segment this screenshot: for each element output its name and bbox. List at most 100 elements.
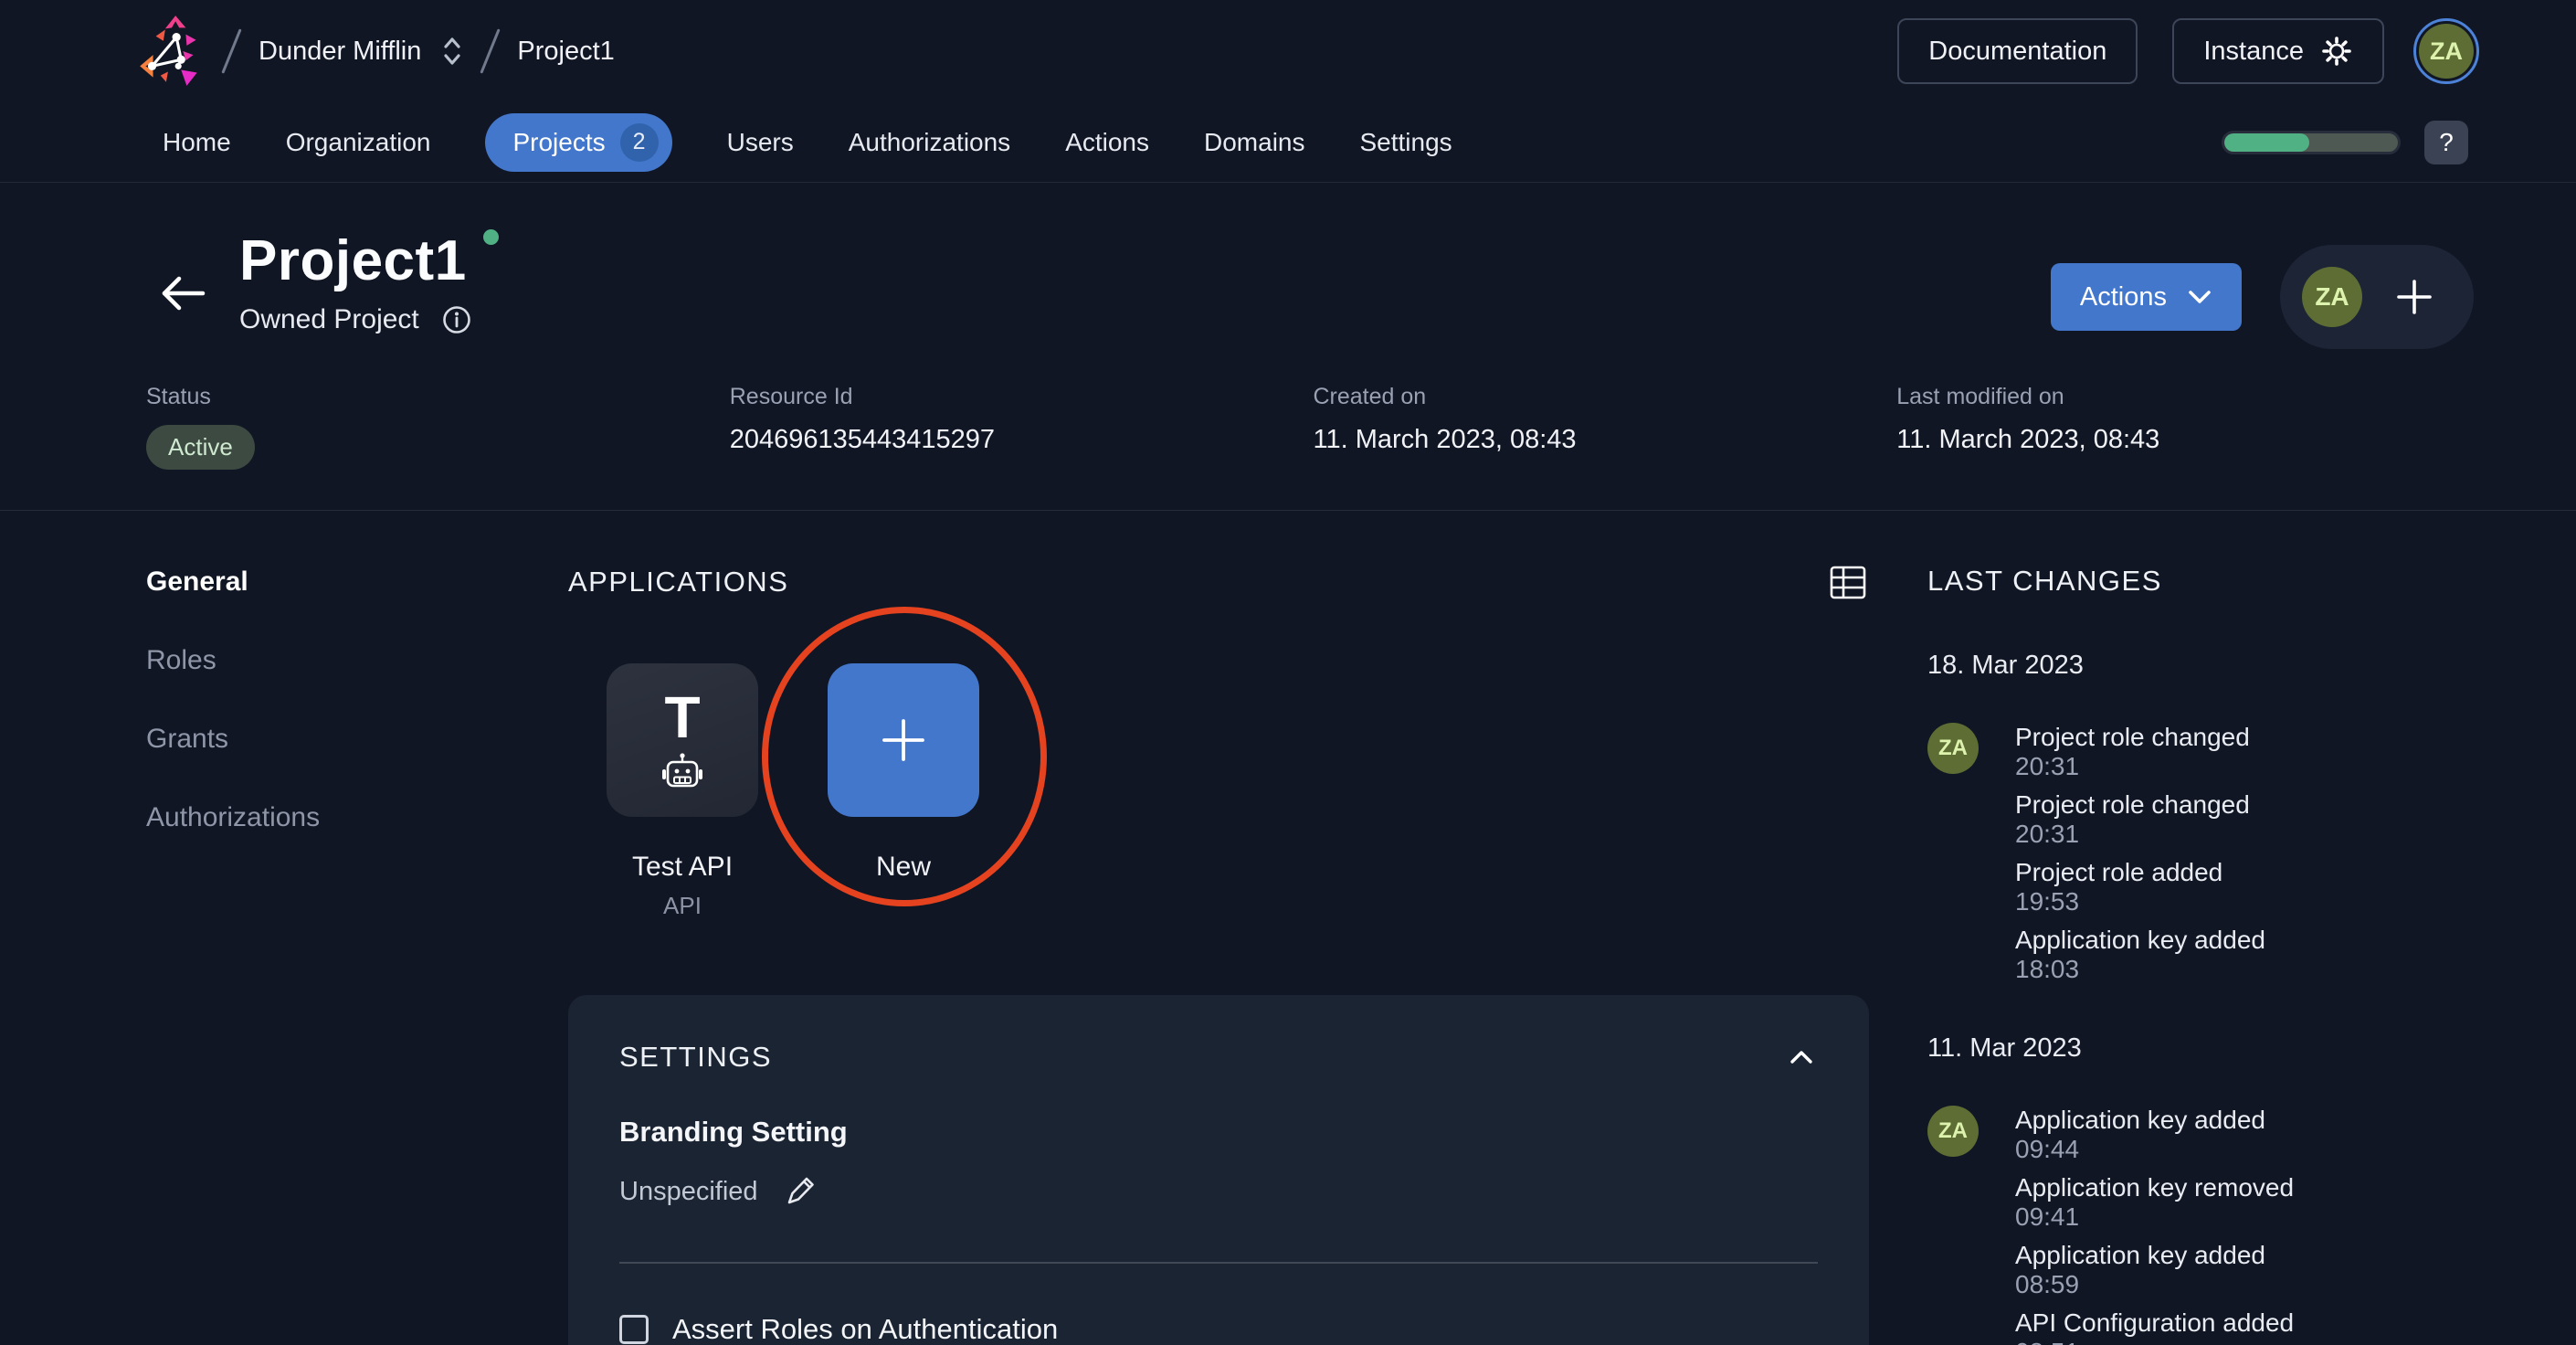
active-status-dot — [482, 229, 499, 245]
tab-settings[interactable]: Settings — [1360, 128, 1452, 157]
new-application-tile — [828, 663, 979, 817]
change-title: Project role changed — [2015, 790, 2250, 819]
changes-date: 18. Mar 2023 — [1927, 651, 2084, 680]
tab-domains[interactable]: Domains — [1204, 128, 1304, 157]
meta-resource-id: Resource Id 204696135443415297 — [730, 384, 1314, 470]
app-type: API — [663, 892, 702, 919]
meta-label: Created on — [1313, 384, 1427, 409]
project-meta-row: Status Active Resource Id 20469613544341… — [146, 384, 2480, 470]
change-title: Application key added — [2015, 1106, 2265, 1134]
change-entry: Application key added 08:59 — [2015, 1241, 2294, 1299]
assert-roles-row: Assert Roles on Authentication — [619, 1313, 1818, 1345]
tab-home[interactable]: Home — [163, 128, 231, 157]
quota-progress-bar — [2222, 130, 2401, 154]
change-avatar: ZA — [1927, 723, 1979, 774]
top-bar: Dunder Mifflin Project1 Documentation In… — [0, 0, 2576, 102]
back-arrow-icon[interactable] — [157, 272, 210, 314]
settings-header-row: SETTINGS — [619, 1041, 1818, 1074]
change-entry: Application key removed 09:41 — [2015, 1173, 2294, 1232]
chevron-up-icon[interactable] — [1785, 1046, 1818, 1068]
meta-label: Last modified on — [1896, 384, 2064, 409]
applications-grid: T Test API API New — [568, 607, 1869, 920]
breadcrumb-separator — [221, 28, 242, 74]
change-title: Project role changed — [2015, 723, 2250, 751]
edit-pencil-icon[interactable] — [782, 1174, 817, 1209]
org-switcher-icon[interactable] — [441, 34, 463, 69]
member-avatar[interactable]: ZA — [2302, 267, 2362, 327]
meta-label: Resource Id — [729, 384, 853, 409]
branding-setting-value: Unspecified — [619, 1176, 758, 1206]
project-side-nav: General Roles Grants Authorizations — [146, 567, 493, 881]
app-initial: T — [664, 684, 701, 750]
user-avatar[interactable]: ZA — [2413, 18, 2479, 84]
created-on-value: 11. March 2023, 08:43 — [1313, 425, 1577, 454]
change-title: Application key added — [2015, 926, 2265, 954]
last-changes-title: LAST CHANGES — [1927, 565, 2162, 597]
main-content: APPLICATIONS T Test API API New SETTINGS… — [568, 561, 1869, 1345]
help-button[interactable]: ? — [2424, 120, 2468, 164]
breadcrumb-org[interactable]: Dunder Mifflin — [259, 37, 421, 67]
page-title: Project1 — [239, 229, 467, 292]
last-modified-value: 11. March 2023, 08:43 — [1896, 425, 2160, 454]
change-time: 19:53 — [2015, 887, 2080, 916]
actions-dropdown-button[interactable]: Actions — [2050, 263, 2242, 331]
change-entry: Project role changed 20:31 — [2015, 790, 2265, 849]
meta-created-on: Created on 11. March 2023, 08:43 — [1314, 384, 1897, 470]
sidebar-item-roles[interactable]: Roles — [146, 645, 493, 676]
sidebar-item-authorizations[interactable]: Authorizations — [146, 802, 493, 833]
app-card-test-api[interactable]: T Test API API — [607, 663, 758, 920]
instance-label: Instance — [2203, 36, 2304, 66]
breadcrumb: Dunder Mifflin Project1 — [137, 12, 615, 90]
add-member-icon[interactable] — [2395, 278, 2433, 316]
changes-group: ZA Application key added 09:44 Applicati… — [1927, 1106, 2558, 1345]
plus-icon — [882, 719, 924, 761]
header-divider — [0, 510, 2576, 511]
change-title: Application key added — [2015, 1241, 2265, 1269]
change-entry: Application key added 09:44 — [2015, 1106, 2294, 1164]
table-view-icon[interactable] — [1827, 561, 1869, 603]
main-nav: Home Organization Projects 2 Users Autho… — [0, 102, 2576, 183]
status-badge: Active — [146, 425, 255, 470]
sidebar-item-general[interactable]: General — [146, 567, 493, 598]
new-application-label: New — [875, 852, 931, 882]
meta-status: Status Active — [146, 384, 730, 470]
quota-area: ? — [2222, 120, 2468, 164]
instance-button[interactable]: Instance — [2172, 18, 2384, 84]
tab-projects[interactable]: Projects 2 — [485, 112, 672, 172]
new-application-button[interactable]: New — [828, 663, 979, 920]
zitadel-logo-icon[interactable] — [137, 12, 205, 90]
meta-label: Status — [146, 384, 211, 409]
tab-actions[interactable]: Actions — [1065, 128, 1149, 157]
top-actions: Documentation Instance ZA — [1897, 18, 2479, 84]
change-title: Project role added — [2015, 858, 2223, 886]
actions-dropdown-label: Actions — [2079, 281, 2167, 312]
change-avatar: ZA — [1927, 1106, 1979, 1157]
chevron-down-icon — [2189, 291, 2211, 303]
change-time: 08:51 — [2015, 1338, 2294, 1345]
tab-authorizations[interactable]: Authorizations — [849, 128, 1010, 157]
info-icon[interactable] — [441, 304, 472, 335]
tab-organization[interactable]: Organization — [286, 128, 431, 157]
documentation-button[interactable]: Documentation — [1897, 18, 2138, 84]
applications-title: APPLICATIONS — [568, 566, 789, 598]
settings-card: SETTINGS Branding Setting Unspecified As… — [568, 995, 1869, 1345]
tab-users[interactable]: Users — [727, 128, 794, 157]
breadcrumb-project[interactable]: Project1 — [517, 37, 614, 67]
assert-roles-label: Assert Roles on Authentication — [672, 1313, 1059, 1345]
change-time: 20:31 — [2015, 752, 2080, 780]
change-time: 08:59 — [2015, 1270, 2080, 1298]
project-title-block: Project1 Owned Project — [239, 228, 499, 335]
change-entry: API Configuration added 08:51 — [2015, 1308, 2294, 1345]
change-title: Application key removed — [2015, 1173, 2295, 1202]
quota-progress-fill — [2224, 132, 2310, 152]
assert-roles-checkbox[interactable] — [619, 1315, 649, 1344]
change-entry: Project role added 19:53 — [2015, 858, 2265, 916]
sidebar-item-grants[interactable]: Grants — [146, 724, 493, 755]
changes-group: ZA Project role changed 20:31 Project ro… — [1927, 723, 2558, 993]
app-tile: T — [607, 663, 758, 817]
applications-header-row: APPLICATIONS — [568, 561, 1869, 603]
change-entry: Application key added 18:03 — [2015, 926, 2265, 984]
documentation-label: Documentation — [1928, 36, 2107, 66]
change-entry: Project role changed 20:31 — [2015, 723, 2265, 781]
branding-value-row: Unspecified — [619, 1174, 1818, 1209]
